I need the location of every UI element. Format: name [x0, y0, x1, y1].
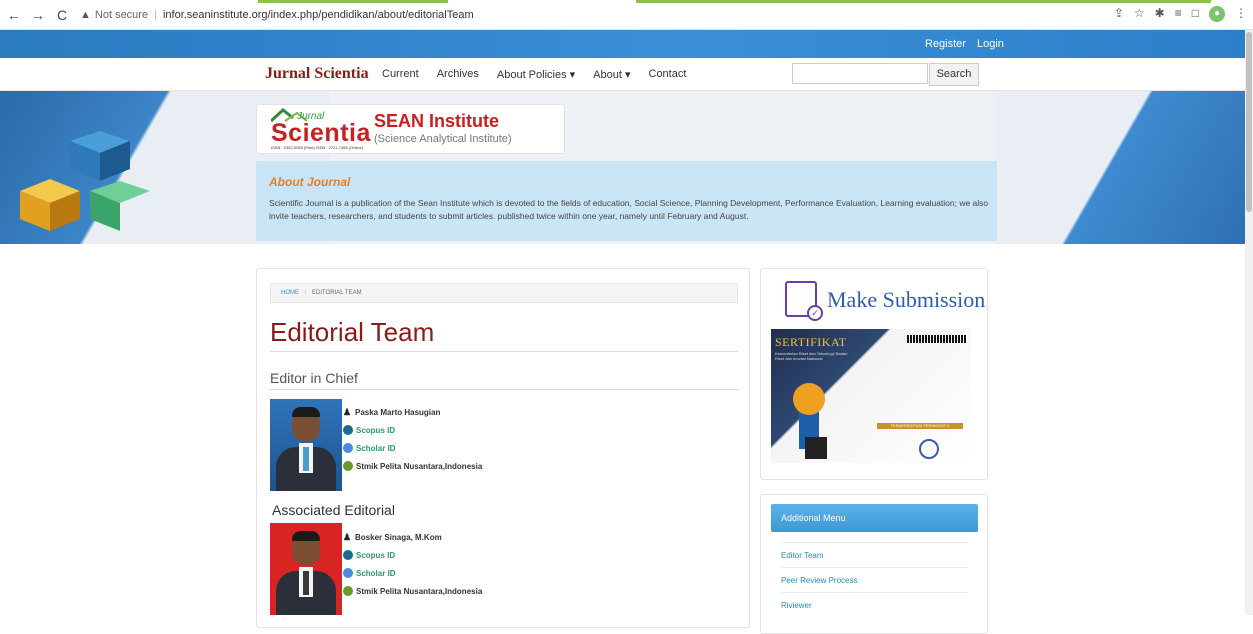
- site-brand[interactable]: Jurnal Scientia: [265, 65, 369, 83]
- check-icon: ✓: [807, 305, 823, 321]
- journal-logo[interactable]: Jurnal Scientia ISSN : 2302-0059 (Print)…: [256, 104, 565, 154]
- about-journal-text: Scientific Journal is a publication of t…: [269, 198, 989, 221]
- barcode-icon: [907, 335, 967, 343]
- associate-info: ♟ Bosker Sinaga, M.Kom Scopus ID Scholar …: [343, 528, 482, 600]
- certificate-title: SERTIFIKAT: [775, 335, 847, 349]
- breadcrumb-current: EDITORIAL TEAM: [312, 290, 362, 296]
- section-editor-in-chief: Editor in Chief: [270, 370, 358, 386]
- editor-info: ♟ Paska Marto Hasugian Scopus ID Scholar …: [343, 403, 482, 475]
- breadcrumb-home[interactable]: HOME: [281, 290, 299, 296]
- certificate-badge-text: TERAKREDITASI PERINGKAT 5: [890, 423, 950, 428]
- header-banner: Jurnal Scientia ISSN : 2302-0059 (Print)…: [0, 91, 1253, 244]
- register-link[interactable]: Register: [925, 38, 966, 50]
- menu-item-peer-review[interactable]: Peer Review Process: [781, 567, 968, 585]
- scopus-icon: [343, 425, 353, 435]
- editor-scholar-link[interactable]: Scholar ID: [356, 444, 396, 453]
- editor-name: Paska Marto Hasugian: [355, 407, 441, 417]
- browser-actions: ⇪ ☆ ✱ ≡ □ ● ⋮: [1114, 6, 1247, 22]
- warning-icon: ▲: [80, 8, 91, 21]
- medal-icon: [793, 383, 825, 415]
- user-icon: ♟: [343, 407, 352, 417]
- section-divider: [270, 389, 738, 390]
- main-content: HOME / EDITORIAL TEAM Editorial Team Edi…: [256, 268, 750, 628]
- nav-item-archives[interactable]: Archives: [437, 68, 479, 81]
- browser-toolbar: ← → C ▲ Not secure | infor.seaninstitute…: [0, 0, 1253, 30]
- nav-item-about[interactable]: About ▾: [593, 68, 630, 81]
- sidebar-additional-menu: Additional Menu Editor Team Peer Review …: [760, 494, 988, 634]
- scrollbar-thumb[interactable]: [1246, 32, 1252, 212]
- editor-institution: Stmik Pelita Nusantara,Indonesia: [356, 461, 483, 471]
- associate-name: Bosker Sinaga, M.Kom: [355, 532, 442, 542]
- side-panel-icon[interactable]: □: [1192, 6, 1199, 22]
- nav-item-contact[interactable]: Contact: [649, 68, 687, 81]
- title-divider: [270, 351, 738, 352]
- photo-hair: [292, 531, 320, 541]
- about-journal-box: About Journal Scientific Journal is a pu…: [256, 161, 997, 241]
- about-journal-title: About Journal: [269, 175, 351, 189]
- menu-dots-icon[interactable]: ⋮: [1235, 6, 1247, 22]
- security-status: Not secure: [94, 8, 149, 21]
- logo-issn-text: ISSN : 2302-0059 (Print) ISSN : 2721-746…: [271, 145, 364, 150]
- seal-icon: [919, 439, 939, 459]
- associate-institution: Stmik Pelita Nusantara,Indonesia: [356, 586, 483, 596]
- menu-item-riviewer[interactable]: Riviewer: [781, 592, 968, 610]
- logo-scientia-text: Scientia: [271, 119, 371, 147]
- institution-icon: [343, 461, 353, 471]
- search-button[interactable]: Search: [929, 63, 979, 86]
- additional-menu-header: Additional Menu: [771, 504, 978, 532]
- document-check-icon[interactable]: ✓: [785, 281, 823, 321]
- login-link[interactable]: Login: [977, 38, 1004, 50]
- make-submission-link[interactable]: Make Submission: [827, 287, 985, 313]
- associate-scholar-link[interactable]: Scholar ID: [356, 569, 396, 578]
- qr-code-icon: [805, 437, 827, 459]
- breadcrumb-separator: /: [304, 290, 307, 296]
- certificate-subtitle: Kementerian Riset dan Teknologi/ Badan R…: [775, 351, 848, 361]
- nav-item-current[interactable]: Current: [382, 68, 419, 81]
- logo-sean-text: SEAN Institute: [374, 111, 500, 131]
- nav-item-about-policies[interactable]: About Policies ▾: [497, 68, 575, 81]
- scholar-icon: [343, 443, 353, 453]
- certificate-badge: TERAKREDITASI PERINGKAT 5: [877, 423, 963, 429]
- sidebar-submission-block: ✓ Make Submission SERTIFIKAT Kementerian…: [760, 268, 988, 480]
- tab-indicator: [636, 0, 1211, 3]
- accreditation-certificate[interactable]: SERTIFIKAT Kementerian Riset dan Teknolo…: [771, 329, 971, 463]
- user-icon: ♟: [343, 532, 352, 542]
- back-arrow-icon[interactable]: ←: [4, 7, 24, 23]
- associate-scopus-link[interactable]: Scopus ID: [356, 551, 395, 560]
- associate-photo: [270, 523, 342, 615]
- page-title: Editorial Team: [270, 317, 435, 347]
- editor-photo: [270, 399, 342, 491]
- institution-icon: [343, 586, 353, 596]
- logo-subtitle: (Science Analytical Institute): [374, 133, 512, 145]
- reading-list-icon[interactable]: ≡: [1175, 6, 1182, 22]
- top-bar: Register Login: [0, 30, 1253, 58]
- url-text: infor.seaninstitute.org/index.php/pendid…: [162, 8, 474, 21]
- url-separator: |: [154, 8, 157, 21]
- scopus-icon: [343, 550, 353, 560]
- scholar-icon: [343, 568, 353, 578]
- editor-scopus-link[interactable]: Scopus ID: [356, 426, 395, 435]
- star-icon[interactable]: ☆: [1134, 6, 1145, 22]
- photo-hair: [292, 407, 320, 417]
- photo-tie: [303, 571, 309, 595]
- breadcrumb: HOME / EDITORIAL TEAM: [270, 283, 738, 303]
- reload-icon[interactable]: C: [52, 7, 72, 23]
- page-scrollbar[interactable]: [1245, 30, 1253, 615]
- main-navbar: Jurnal Scientia Current Archives About P…: [0, 58, 1253, 91]
- forward-arrow-icon[interactable]: →: [28, 7, 48, 23]
- extensions-icon[interactable]: ✱: [1155, 6, 1165, 22]
- photo-tie: [303, 447, 309, 471]
- section-associated-editorial: Associated Editorial: [272, 502, 395, 518]
- banner-graphic-right: [993, 91, 1253, 244]
- profile-avatar[interactable]: ●: [1209, 6, 1225, 22]
- share-icon[interactable]: ⇪: [1114, 6, 1124, 22]
- search-input[interactable]: [792, 63, 928, 84]
- cubes-illustration-icon: [20, 131, 150, 231]
- tab-indicator: [258, 0, 448, 3]
- nav-menu: Current Archives About Policies ▾ About …: [382, 68, 686, 81]
- address-bar[interactable]: ▲ Not secure | infor.seaninstitute.org/i…: [80, 9, 474, 21]
- menu-item-editor-team[interactable]: Editor Team: [781, 542, 968, 560]
